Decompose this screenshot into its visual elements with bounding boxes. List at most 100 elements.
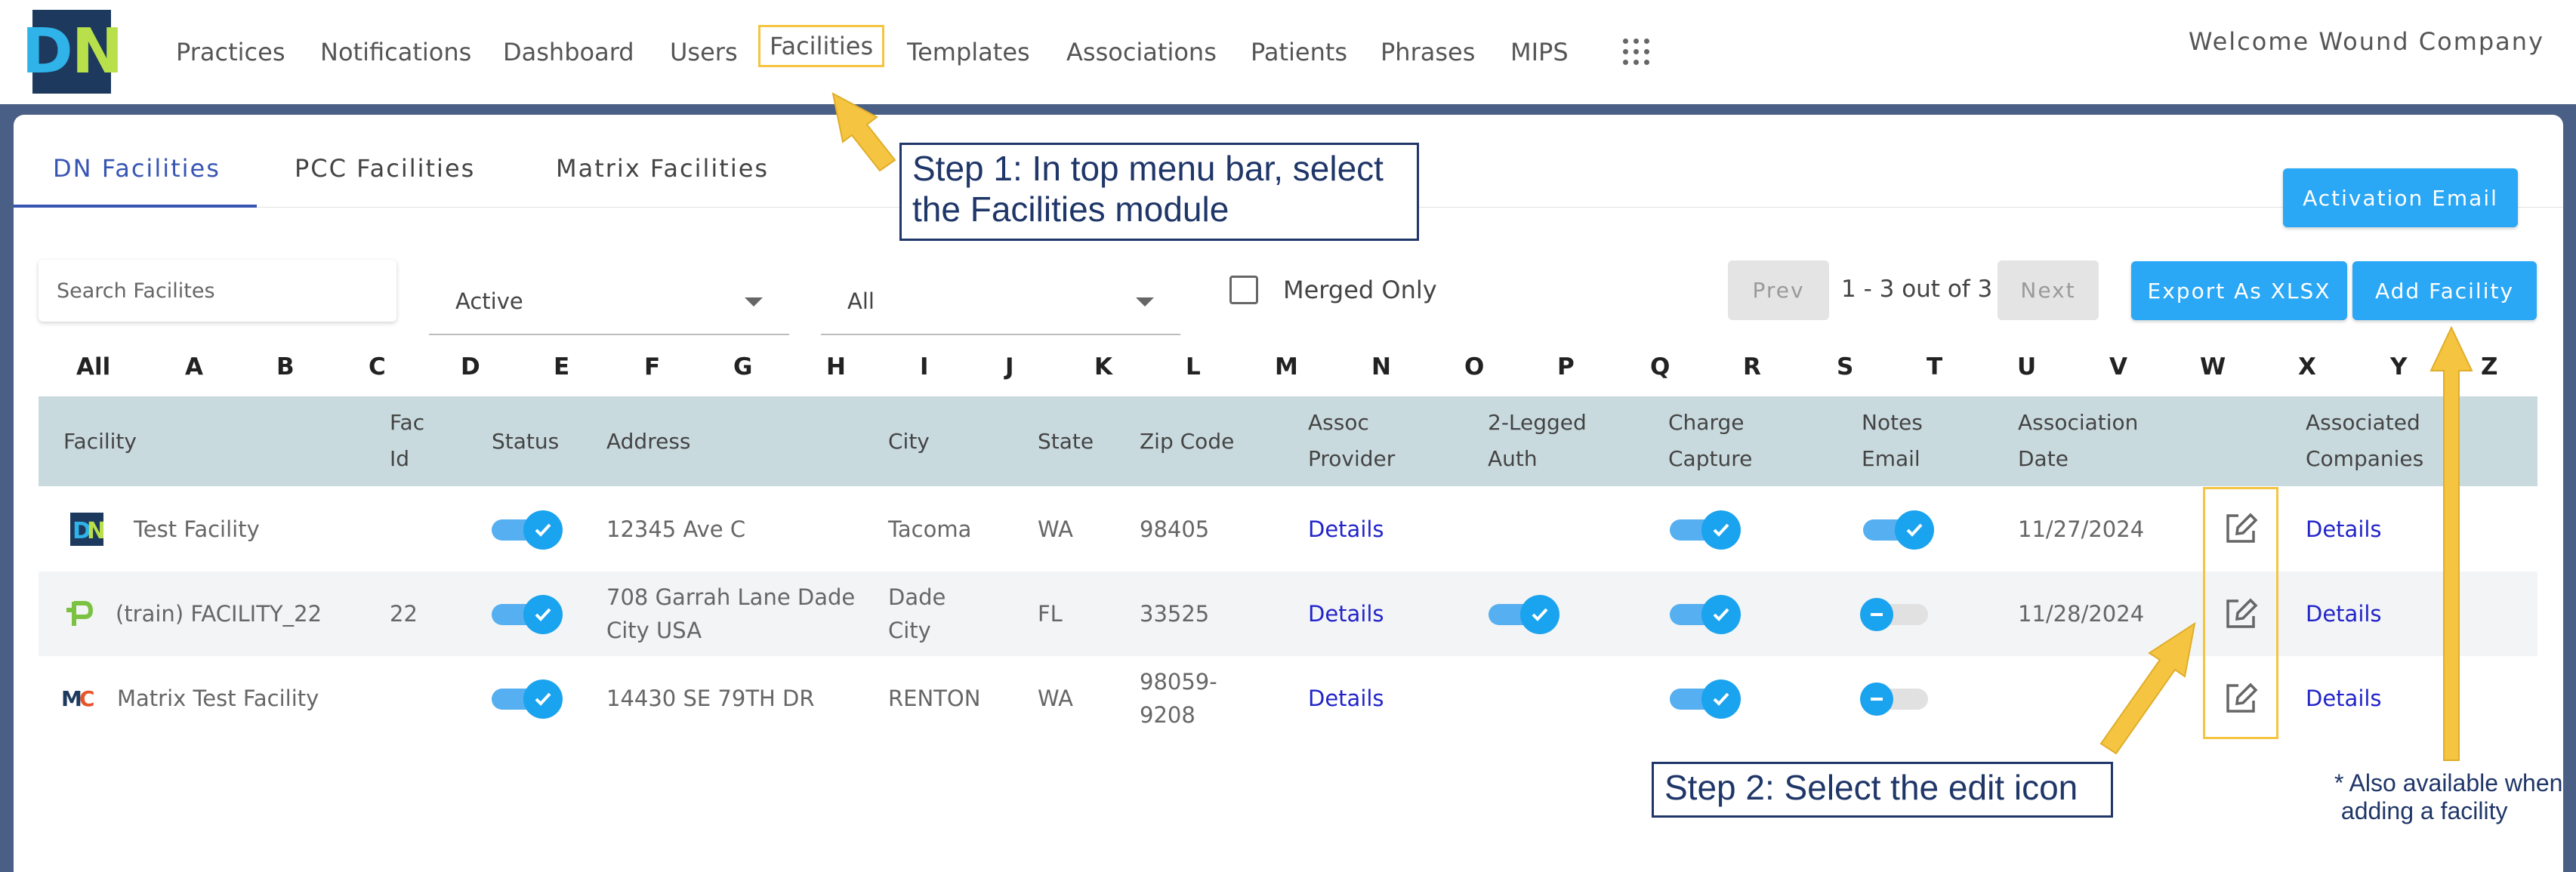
alpha-p[interactable]: P <box>1557 353 1575 381</box>
status-toggle[interactable] <box>492 595 563 634</box>
alpha-b[interactable]: B <box>276 353 295 381</box>
search-facilities-input[interactable] <box>39 260 396 322</box>
alpha-c[interactable]: C <box>369 353 386 381</box>
nav-associations[interactable]: Associations <box>1066 38 1217 66</box>
notes-email-toggle[interactable] <box>1860 598 1928 631</box>
th-address[interactable]: Address <box>606 424 691 460</box>
edit-icon[interactable] <box>2222 595 2260 633</box>
welcome-text: Welcome Wound Company <box>2188 27 2544 56</box>
th-assoc-provider[interactable]: Assoc Provider <box>1308 405 1395 477</box>
alpha-m[interactable]: M <box>1275 353 1298 381</box>
nav-templates[interactable]: Templates <box>907 38 1030 66</box>
alpha-u[interactable]: U <box>2017 353 2036 381</box>
alpha-a[interactable]: A <box>185 353 203 381</box>
alpha-j[interactable]: J <box>1005 353 1014 381</box>
nav-mips[interactable]: MIPS <box>1510 38 1569 66</box>
table-row: (train) FACILITY_22 22 708 Garrah Lane D… <box>39 572 2537 656</box>
alpha-x[interactable]: X <box>2298 353 2316 381</box>
associated-companies-details-link[interactable]: Details <box>2306 597 2382 630</box>
alpha-s[interactable]: S <box>1837 353 1853 381</box>
alpha-n[interactable]: N <box>1371 353 1391 381</box>
th-city[interactable]: City <box>888 424 930 460</box>
associated-companies-details-link[interactable]: Details <box>2306 682 2382 715</box>
th-status[interactable]: Status <box>492 424 559 460</box>
zip: 98059- 9208 <box>1140 669 1217 728</box>
alpha-g[interactable]: G <box>733 353 752 381</box>
zip: 98405 <box>1140 516 1210 542</box>
th-zip[interactable]: Zip Code <box>1140 424 1234 460</box>
active-tab-indicator <box>14 205 257 208</box>
nav-practices[interactable]: Practices <box>176 38 285 66</box>
notes-email-toggle[interactable] <box>1863 510 1934 550</box>
alpha-t[interactable]: T <box>1927 353 1942 381</box>
charge-capture-toggle[interactable] <box>1670 679 1741 719</box>
notes-email-toggle[interactable] <box>1860 683 1928 716</box>
alpha-q[interactable]: Q <box>1650 353 1670 381</box>
assoc-provider-details-link[interactable]: Details <box>1308 513 1384 546</box>
th-state[interactable]: State <box>1038 424 1094 460</box>
type-filter-select[interactable]: All <box>821 258 1180 335</box>
alpha-r[interactable]: R <box>1743 353 1761 381</box>
alpha-h[interactable]: H <box>826 353 846 381</box>
assoc-provider-details-link[interactable]: Details <box>1308 682 1384 715</box>
alpha-z[interactable]: Z <box>2481 353 2497 381</box>
alpha-e[interactable]: E <box>554 353 569 381</box>
alpha-k[interactable]: K <box>1094 353 1112 381</box>
prev-page-button[interactable]: Prev <box>1728 260 1829 320</box>
tab-pcc-facilities[interactable]: PCC Facilities <box>295 154 475 183</box>
th-notes-email[interactable]: Notes Email <box>1862 405 1923 477</box>
nav-phrases[interactable]: Phrases <box>1381 38 1475 66</box>
assoc-provider-details-link[interactable]: Details <box>1308 597 1384 630</box>
status-filter-select[interactable]: Active <box>429 258 789 335</box>
city: Tacoma <box>888 516 972 542</box>
status-toggle[interactable] <box>492 679 563 719</box>
app-logo[interactable]: DN <box>22 10 123 94</box>
next-page-button[interactable]: Next <box>1998 260 2099 320</box>
th-fac-id[interactable]: Fac Id <box>390 405 424 477</box>
zip: 33525 <box>1140 601 1210 627</box>
th-two-legged-auth[interactable]: 2-Legged Auth <box>1488 405 1587 477</box>
alpha-o[interactable]: O <box>1464 353 1484 381</box>
nav-users[interactable]: Users <box>670 38 738 66</box>
alpha-w[interactable]: W <box>2200 353 2226 381</box>
city: Dade City <box>888 584 946 643</box>
tab-matrix-facilities[interactable]: Matrix Facilities <box>556 154 769 183</box>
two-legged-auth-toggle[interactable] <box>1489 595 1559 634</box>
merged-only-checkbox[interactable] <box>1229 276 1258 304</box>
chevron-down-icon <box>745 297 763 307</box>
add-facility-button[interactable]: Add Facility <box>2352 261 2537 320</box>
nav-patients[interactable]: Patients <box>1251 38 1347 66</box>
svg-text:N: N <box>87 518 103 544</box>
alpha-y[interactable]: Y <box>2390 353 2407 381</box>
edit-icon[interactable] <box>2222 510 2260 547</box>
th-facility[interactable]: Facility <box>63 424 137 460</box>
svg-text:C: C <box>79 686 95 711</box>
merged-only-label: Merged Only <box>1283 276 1437 304</box>
charge-capture-toggle[interactable] <box>1670 510 1741 550</box>
associated-companies-details-link[interactable]: Details <box>2306 513 2382 546</box>
status-toggle[interactable] <box>492 510 563 550</box>
activation-email-button[interactable]: Activation Email <box>2283 168 2518 227</box>
th-association-date[interactable]: Association Date <box>2018 405 2138 477</box>
th-associated-companies[interactable]: Associated Companies <box>2306 405 2423 477</box>
table-row: M C Matrix Test Facility 14430 SE 79TH D… <box>39 656 2537 741</box>
edit-icon[interactable] <box>2222 679 2260 717</box>
state: FL <box>1038 601 1063 627</box>
nav-notifications[interactable]: Notifications <box>320 38 471 66</box>
alpha-f[interactable]: F <box>644 353 660 381</box>
th-charge-capture[interactable]: Charge Capture <box>1668 405 1752 477</box>
nav-facilities[interactable]: Facilities <box>758 25 885 67</box>
top-nav-bar: DN Practices Notifications Dashboard Use… <box>0 0 2576 104</box>
tab-dn-facilities[interactable]: DN Facilities <box>53 154 221 183</box>
charge-capture-toggle[interactable] <box>1670 595 1741 634</box>
alpha-l[interactable]: L <box>1186 353 1201 381</box>
apps-grid-icon[interactable] <box>1623 39 1650 66</box>
alpha-all[interactable]: All <box>76 353 110 381</box>
city: RENTON <box>888 686 981 711</box>
export-xlsx-button[interactable]: Export As XLSX <box>2131 261 2347 320</box>
alpha-d[interactable]: D <box>461 353 480 381</box>
alpha-i[interactable]: I <box>920 353 929 381</box>
alpha-v[interactable]: V <box>2109 353 2127 381</box>
state: WA <box>1038 516 1073 542</box>
nav-dashboard[interactable]: Dashboard <box>503 38 634 66</box>
